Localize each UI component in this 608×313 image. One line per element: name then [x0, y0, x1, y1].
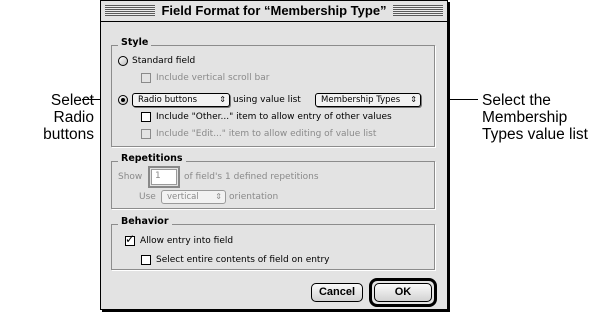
- display-type-radio[interactable]: [118, 95, 128, 105]
- title-bar[interactable]: Field Format for “Membership Type”: [101, 1, 447, 22]
- field-format-dialog: Field Format for “Membership Type” Style…: [100, 0, 448, 310]
- repetitions-defined-label: of field's 1 defined repetitions: [184, 172, 319, 182]
- callout-right-line1: Select the: [482, 92, 551, 109]
- select-entire-checkbox[interactable]: [141, 255, 151, 265]
- value-list-popup[interactable]: Membership Types ⇕: [315, 93, 421, 107]
- callout-left-line3: buttons: [43, 126, 94, 143]
- orientation-arrows-icon: ⇕: [215, 192, 222, 201]
- callout-select-value-list: Select the Membership Types value list: [482, 92, 588, 143]
- include-other-checkbox[interactable]: [141, 112, 151, 122]
- include-edit-checkbox[interactable]: [141, 129, 151, 139]
- include-edit-label: Include "Edit..." item to allow editing …: [156, 129, 377, 139]
- callout-right-line2: Membership: [482, 109, 568, 126]
- repetition-count-field[interactable]: 1: [151, 169, 177, 185]
- using-value-list-label: using value list: [233, 95, 301, 105]
- allow-entry-label[interactable]: Allow entry into field: [140, 235, 233, 247]
- display-type-value: Radio buttons: [138, 95, 198, 105]
- ok-button[interactable]: OK: [374, 283, 432, 302]
- show-label: Show: [118, 172, 143, 182]
- vertical-scroll-label: Include vertical scroll bar: [156, 73, 270, 83]
- callout-left-line2: Radio: [53, 109, 95, 126]
- allow-entry-checkbox[interactable]: ✓: [125, 232, 136, 246]
- vertical-scroll-checkbox[interactable]: [141, 73, 151, 83]
- value-list-arrows-icon: ⇕: [410, 95, 417, 104]
- select-entire-label[interactable]: Select entire contents of field on entry: [156, 254, 330, 266]
- cancel-button[interactable]: Cancel: [311, 283, 363, 302]
- orientation-value: vertical: [167, 192, 199, 202]
- display-type-popup[interactable]: Radio buttons ⇕: [132, 93, 230, 107]
- repetitions-group-label: Repetitions: [118, 153, 186, 165]
- orientation-label: orientation: [229, 192, 279, 202]
- dialog-title: Field Format for “Membership Type”: [155, 3, 393, 18]
- behavior-group-label: Behavior: [118, 216, 172, 228]
- checkmark-icon: ✓: [125, 232, 136, 246]
- value-list-value: Membership Types: [321, 95, 401, 105]
- callout-left-line1: Select: [50, 92, 94, 109]
- standard-field-radio[interactable]: [118, 56, 128, 66]
- use-label: Use: [139, 192, 156, 202]
- include-other-label[interactable]: Include "Other..." item to allow entry o…: [156, 111, 392, 123]
- callout-right-line3: Types value list: [482, 126, 588, 143]
- standard-field-label[interactable]: Standard field: [132, 55, 195, 67]
- style-group-label: Style: [118, 37, 152, 49]
- orientation-popup[interactable]: vertical ⇕: [161, 190, 226, 204]
- popup-arrows-icon: ⇕: [219, 95, 226, 104]
